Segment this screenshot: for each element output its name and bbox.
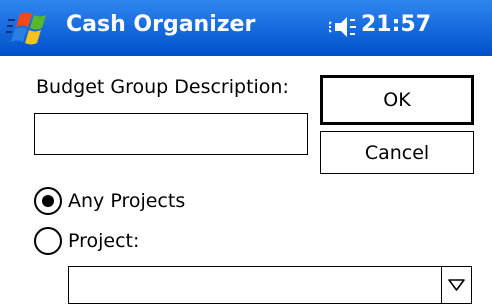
radio-any-projects[interactable]: Any Projects: [34, 186, 185, 216]
radio-any-projects-circle[interactable]: [34, 187, 62, 215]
budget-group-screen: Cash Organizer 21:57 Budget Group Descri…: [0, 0, 492, 305]
radio-project-label[interactable]: Project:: [68, 230, 139, 252]
radio-any-projects-label[interactable]: Any Projects: [68, 190, 185, 212]
ok-button-label: OK: [383, 89, 411, 111]
dropdown-arrow-icon: [448, 279, 465, 291]
radio-project-circle[interactable]: [34, 227, 62, 255]
clock[interactable]: 21:57: [361, 12, 431, 37]
description-label: Budget Group Description:: [36, 76, 289, 98]
app-title: Cash Organizer: [66, 12, 256, 37]
dropdown-arrow-button[interactable]: [441, 267, 471, 303]
cancel-button-label: Cancel: [364, 141, 430, 164]
title-bar: Cash Organizer 21:57: [0, 0, 492, 56]
ok-button[interactable]: OK: [320, 75, 474, 125]
cancel-button[interactable]: Cancel: [320, 131, 474, 174]
speaker-icon[interactable]: [329, 14, 357, 40]
radio-selected-dot: [42, 195, 54, 207]
description-input[interactable]: [34, 113, 308, 155]
windows-flag-icon[interactable]: [6, 8, 56, 48]
project-dropdown[interactable]: [68, 266, 472, 304]
radio-project[interactable]: Project:: [34, 226, 139, 256]
